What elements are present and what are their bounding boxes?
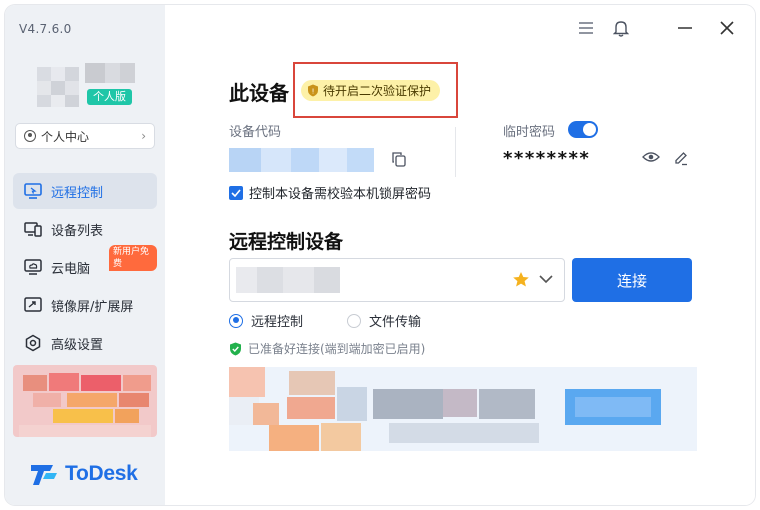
edit-pencil-icon[interactable] (673, 150, 689, 170)
tier-badge: 个人版 (87, 89, 132, 105)
ad-banner-blurred[interactable] (229, 367, 697, 451)
app-window: V4.7.6.0 个人版 个人中心 › 远程控制 设备列表 云电脑 新用户免费 … (5, 5, 755, 505)
sidebar-item-label: 云电脑 (51, 261, 91, 277)
lock-password-checkbox[interactable] (229, 185, 243, 200)
sidebar-item-label: 高级设置 (51, 337, 104, 353)
user-icon (24, 130, 36, 142)
profile-center-label: 个人中心 (41, 129, 90, 144)
username-blurred (85, 63, 135, 83)
temp-password-label: 临时密码 (503, 125, 556, 140)
connect-button[interactable]: 连接 (572, 258, 692, 302)
sidebar-item-remote-control[interactable]: 远程控制 (13, 173, 157, 209)
temp-password-toggle[interactable] (568, 121, 598, 138)
radio-remote-control[interactable] (229, 313, 243, 328)
checkmark-icon (231, 188, 241, 197)
todesk-logo-icon (31, 465, 57, 485)
chevron-down-icon[interactable] (539, 273, 553, 288)
device-id-blurred (236, 267, 340, 293)
chevron-right-icon: › (141, 129, 146, 143)
connection-ready-status: 已准备好连接(端到端加密已启用) (229, 340, 425, 357)
temp-password-value: ******** (503, 148, 591, 169)
devices-icon (23, 219, 43, 239)
ready-status-text: 已准备好连接(端到端加密已启用) (248, 342, 426, 356)
mode-remote-control[interactable]: 远程控制 (229, 311, 303, 330)
annotation-highlight-box (293, 62, 458, 118)
device-code-blurred (229, 148, 374, 172)
sidebar-item-advanced-settings[interactable]: 高级设置 (13, 325, 157, 361)
main-panel: 此设备 ! 待开启二次验证保护 设备代码 临时密码 ******** 控制本设备… (165, 5, 755, 505)
star-favorite-icon[interactable] (512, 271, 530, 292)
mode-file-transfer[interactable]: 文件传输 (347, 311, 421, 330)
mirror-screen-icon (23, 295, 43, 315)
bell-icon[interactable] (612, 19, 630, 37)
settings-gear-icon (23, 333, 43, 353)
this-device-title: 此设备 (229, 81, 289, 105)
sidebar-nav: 远程控制 设备列表 云电脑 新用户免费 镜像屏/扩展屏 高级设置 (13, 173, 157, 363)
radio-file-transfer[interactable] (347, 313, 361, 328)
new-user-free-badge: 新用户免费 (109, 245, 157, 271)
monitor-remote-icon (23, 181, 43, 201)
sidebar-item-mirror-screen[interactable]: 镜像屏/扩展屏 (13, 287, 157, 323)
promo-banner-blurred[interactable] (13, 365, 157, 437)
profile-center-button[interactable]: 个人中心 › (15, 123, 155, 149)
avatar[interactable] (37, 67, 81, 107)
lock-password-checkbox-label: 控制本设备需校验本机锁屏密码 (249, 187, 432, 202)
remote-device-title: 远程控制设备 (229, 231, 344, 253)
vertical-divider (455, 127, 456, 177)
close-icon[interactable] (718, 19, 736, 37)
mode-label: 文件传输 (369, 315, 422, 330)
shield-check-icon (230, 342, 241, 355)
minimize-icon[interactable] (676, 19, 694, 37)
sidebar-item-cloud-pc[interactable]: 云电脑 新用户免费 (13, 245, 157, 285)
sidebar-item-label: 远程控制 (51, 185, 104, 201)
brand-name: ToDesk (65, 462, 138, 485)
menu-icon[interactable] (577, 19, 595, 37)
sidebar: V4.7.6.0 个人版 个人中心 › 远程控制 设备列表 云电脑 新用户免费 … (5, 5, 165, 505)
version-label: V4.7.6.0 (19, 22, 72, 36)
copy-icon[interactable] (391, 151, 407, 171)
todesk-logo: ToDesk (29, 461, 138, 487)
remote-device-id-input[interactable] (229, 258, 565, 302)
device-code-label: 设备代码 (229, 125, 282, 140)
mode-label: 远程控制 (251, 315, 304, 330)
sidebar-item-device-list[interactable]: 设备列表 (13, 211, 157, 247)
eye-icon[interactable] (642, 151, 660, 167)
sidebar-item-label: 设备列表 (51, 223, 104, 239)
sidebar-item-label: 镜像屏/扩展屏 (51, 299, 134, 315)
lock-password-checkbox-row[interactable]: 控制本设备需校验本机锁屏密码 (229, 183, 431, 202)
cloud-pc-icon (23, 257, 43, 277)
